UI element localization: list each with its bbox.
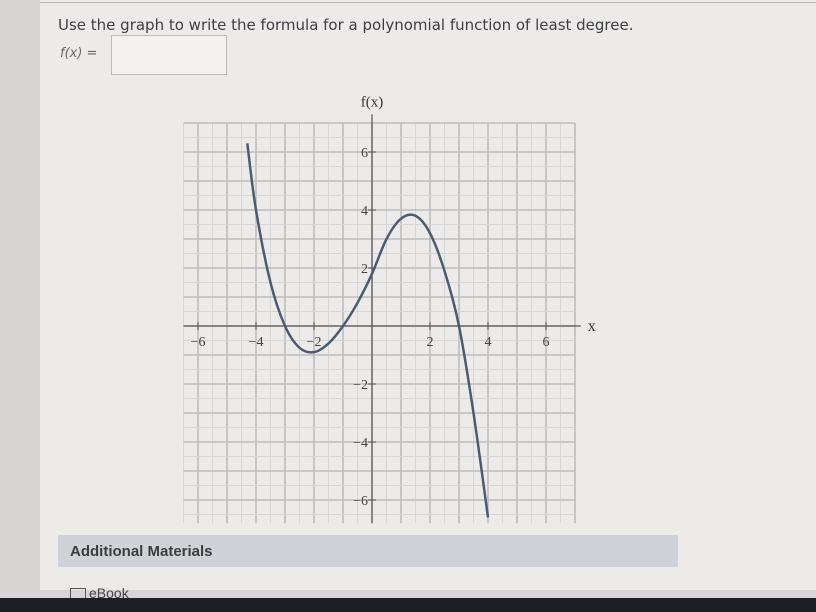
x-tick-label: 6 bbox=[543, 335, 550, 350]
y-tick-label: −4 bbox=[353, 436, 368, 451]
y-tick-label: −6 bbox=[353, 494, 368, 509]
additional-materials-bar: Additional Materials bbox=[58, 535, 678, 567]
polynomial-graph: −6 −4 −2 2 4 6 6 4 2 −2 −4 −6 f(x) x bbox=[183, 95, 596, 524]
y-axis-label: f(x) bbox=[361, 95, 384, 110]
question-text: Use the graph to write the formula for a… bbox=[58, 16, 634, 34]
axes bbox=[183, 114, 581, 524]
additional-materials-title: Additional Materials bbox=[70, 543, 213, 560]
taskbar bbox=[0, 598, 816, 612]
fx-label: f(x) = bbox=[60, 46, 98, 61]
grid bbox=[183, 122, 576, 524]
answer-input[interactable] bbox=[111, 35, 227, 75]
x-axis-label: x bbox=[588, 318, 596, 335]
x-tick-label: −2 bbox=[307, 335, 322, 350]
x-tick-label: −4 bbox=[249, 335, 264, 350]
y-tick-label: 4 bbox=[361, 204, 368, 219]
polynomial-curve bbox=[246, 143, 490, 518]
y-tick-label: 2 bbox=[361, 262, 368, 277]
y-tick-label: −2 bbox=[353, 378, 368, 393]
y-tick-label: 6 bbox=[361, 146, 368, 161]
x-tick-label: 4 bbox=[485, 335, 492, 350]
x-tick-label: 2 bbox=[427, 335, 434, 350]
x-tick-label: −6 bbox=[191, 335, 206, 350]
tick-labels: −6 −4 −2 2 4 6 6 4 2 −2 −4 −6 bbox=[191, 146, 550, 509]
divider bbox=[40, 2, 816, 3]
